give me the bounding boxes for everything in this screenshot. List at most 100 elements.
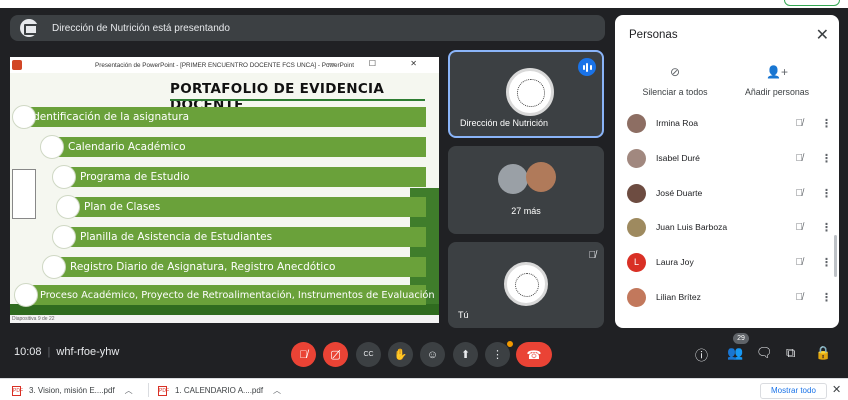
participant-avatar xyxy=(498,164,528,194)
slide-list-item: Programa de Estudio xyxy=(52,165,426,189)
presenter-tile[interactable]: Dirección de Nutrición xyxy=(448,50,604,138)
mic-off-icon: 🎙̸ xyxy=(299,348,308,361)
downloads-bar: PDF 3. Vision, misión E....pdf ︿ PDF 1. … xyxy=(0,378,848,400)
avatar xyxy=(627,148,646,168)
participant-count-badge: 29 xyxy=(733,333,749,344)
camera-toggle-button[interactable]: ▢̸ xyxy=(323,342,348,367)
more-options-button[interactable]: ⋮ xyxy=(485,342,510,367)
more-options-icon[interactable]: ⋮ xyxy=(821,152,832,165)
self-name: Tú xyxy=(458,310,469,320)
bullet-circle xyxy=(52,165,76,189)
more-options-icon[interactable]: ⋮ xyxy=(821,291,832,304)
add-person-icon: 👤+ xyxy=(766,65,788,79)
meeting-code: whf-rfoe-yhw xyxy=(56,346,120,358)
ppt-titlebar: Presentación de PowerPoint - [PRIMER ENC… xyxy=(10,57,439,73)
download-item[interactable]: PDF 3. Vision, misión E....pdf ︿ xyxy=(12,385,133,396)
show-all-button[interactable]: Mostrar todo xyxy=(760,383,827,399)
more-vert-icon: ⋮ xyxy=(492,349,503,361)
participant-row[interactable]: Isabel Duré 🎙̸ ⋮ xyxy=(627,148,832,168)
mic-off-icon[interactable]: 🎙̸ xyxy=(796,118,804,129)
add-people-button[interactable]: 👤+ Añadir personas xyxy=(737,65,817,97)
call-end-icon: ☎ xyxy=(526,347,542,362)
avatar xyxy=(627,217,646,237)
hand-icon: ✋ xyxy=(393,349,408,361)
more-options-icon[interactable]: ⋮ xyxy=(821,221,832,234)
chat-icon[interactable]: 🗨 xyxy=(756,345,773,361)
bullet-circle xyxy=(40,135,64,159)
mic-toggle-button[interactable]: 🎙̸ xyxy=(291,342,316,367)
present-icon: ⬆ xyxy=(460,349,471,361)
more-options-icon[interactable]: ⋮ xyxy=(821,187,832,200)
mute-all-button[interactable]: ⊘ Silenciar a todos xyxy=(635,65,715,97)
ppt-window-title: Presentación de PowerPoint - [PRIMER ENC… xyxy=(95,61,354,69)
meeting-info: 10:08 | whf-rfoe-yhw xyxy=(14,346,120,358)
participant-row[interactable]: Irmina Roa 🎙̸ ⋮ xyxy=(627,113,832,133)
leave-call-button[interactable]: ☎ xyxy=(516,342,552,367)
bullet-circle xyxy=(52,225,76,249)
slide-list-item: Plan de Clases xyxy=(56,195,426,219)
institution-seal xyxy=(12,169,36,219)
mic-off-icon[interactable]: 🎙̸ xyxy=(796,188,804,199)
avatar: L xyxy=(627,252,646,272)
participant-avatar xyxy=(526,162,556,192)
present-screen-icon xyxy=(20,19,38,37)
captions-button[interactable]: CC xyxy=(356,342,381,367)
people-panel: Personas ✕ ⊘ Silenciar a todos 👤+ Añadir… xyxy=(615,15,839,328)
download-item[interactable]: PDF 1. CALENDARIO A....pdf ︿ xyxy=(158,385,281,396)
shared-presentation: Presentación de PowerPoint - [PRIMER ENC… xyxy=(10,57,439,323)
mic-off-icon[interactable]: 🎙̸ xyxy=(796,222,804,233)
mic-off-icon: ⊘ xyxy=(669,65,681,79)
panel-title: Personas xyxy=(629,29,678,41)
participant-row[interactable]: Lilian Brítez 🎙̸ ⋮ xyxy=(627,287,832,307)
top-right-button[interactable] xyxy=(784,0,840,6)
divider xyxy=(148,383,149,397)
mic-off-icon[interactable]: 🎙̸ xyxy=(796,153,804,164)
pdf-file-icon: PDF xyxy=(158,385,169,396)
bullet-circle xyxy=(12,105,36,129)
info-icon[interactable]: ⓘ xyxy=(695,345,708,364)
host-controls-icon[interactable]: 🔒 xyxy=(815,345,831,361)
slide-title-rule xyxy=(170,99,425,101)
close-icon[interactable]: ✕ xyxy=(832,383,841,396)
slide-list-item: Registro Diario de Asignatura, Registro … xyxy=(42,255,426,279)
close-icon[interactable]: ✕ xyxy=(816,25,829,45)
slide-list-item: Identificación de la asignatura xyxy=(12,105,426,129)
present-button[interactable]: ⬆ xyxy=(453,342,478,367)
mic-off-icon[interactable]: 🎙̸ xyxy=(796,257,804,268)
camera-off-icon: ▢̸ xyxy=(330,349,341,361)
slide-list-item: Planilla de Asistencia de Estudiantes xyxy=(52,225,426,249)
avatar xyxy=(627,183,646,203)
participant-row[interactable]: José Duarte 🎙̸ ⋮ xyxy=(627,183,832,203)
people-icon[interactable]: 👥 xyxy=(727,345,743,361)
self-avatar xyxy=(504,262,548,306)
raise-hand-button[interactable]: ✋ xyxy=(388,342,413,367)
bullet-circle xyxy=(14,283,38,307)
avatar xyxy=(627,287,646,307)
browser-top-strip xyxy=(0,0,848,8)
presenting-banner: Dirección de Nutrición está presentando xyxy=(10,15,605,41)
bullet-circle xyxy=(42,255,66,279)
chevron-up-icon[interactable]: ︿ xyxy=(125,385,133,396)
avatar xyxy=(627,113,646,133)
more-options-icon[interactable]: ⋮ xyxy=(821,117,832,130)
self-tile[interactable]: 🎙̸ Tú xyxy=(448,242,604,328)
emoji-icon: ☺ xyxy=(426,348,439,361)
scrollbar[interactable] xyxy=(834,235,837,277)
presenting-text: Dirección de Nutrición está presentando xyxy=(52,22,230,34)
pdf-file-icon: PDF xyxy=(12,385,23,396)
emoji-button[interactable]: ☺ xyxy=(420,342,445,367)
participant-row[interactable]: Juan Luis Barboza 🎙̸ ⋮ xyxy=(627,217,832,237)
presenter-avatar xyxy=(506,68,554,116)
more-count: 27 más xyxy=(511,206,541,216)
activities-icon[interactable]: ⧉ xyxy=(786,345,795,361)
slide-list-item: Calendario Académico xyxy=(40,135,426,159)
chevron-up-icon[interactable]: ︿ xyxy=(273,385,281,396)
more-participants-tile[interactable]: 27 más xyxy=(448,146,604,234)
mic-off-icon[interactable]: 🎙̸ xyxy=(796,292,804,303)
slide-list-item: Proceso Académico, Proyecto de Retroalim… xyxy=(14,283,435,307)
speaking-indicator-icon xyxy=(578,58,596,76)
participant-row[interactable]: L Laura Joy 🎙̸ ⋮ xyxy=(627,252,832,272)
more-options-icon[interactable]: ⋮ xyxy=(821,256,832,269)
clock-time: 10:08 xyxy=(14,346,42,358)
bullet-circle xyxy=(56,195,80,219)
